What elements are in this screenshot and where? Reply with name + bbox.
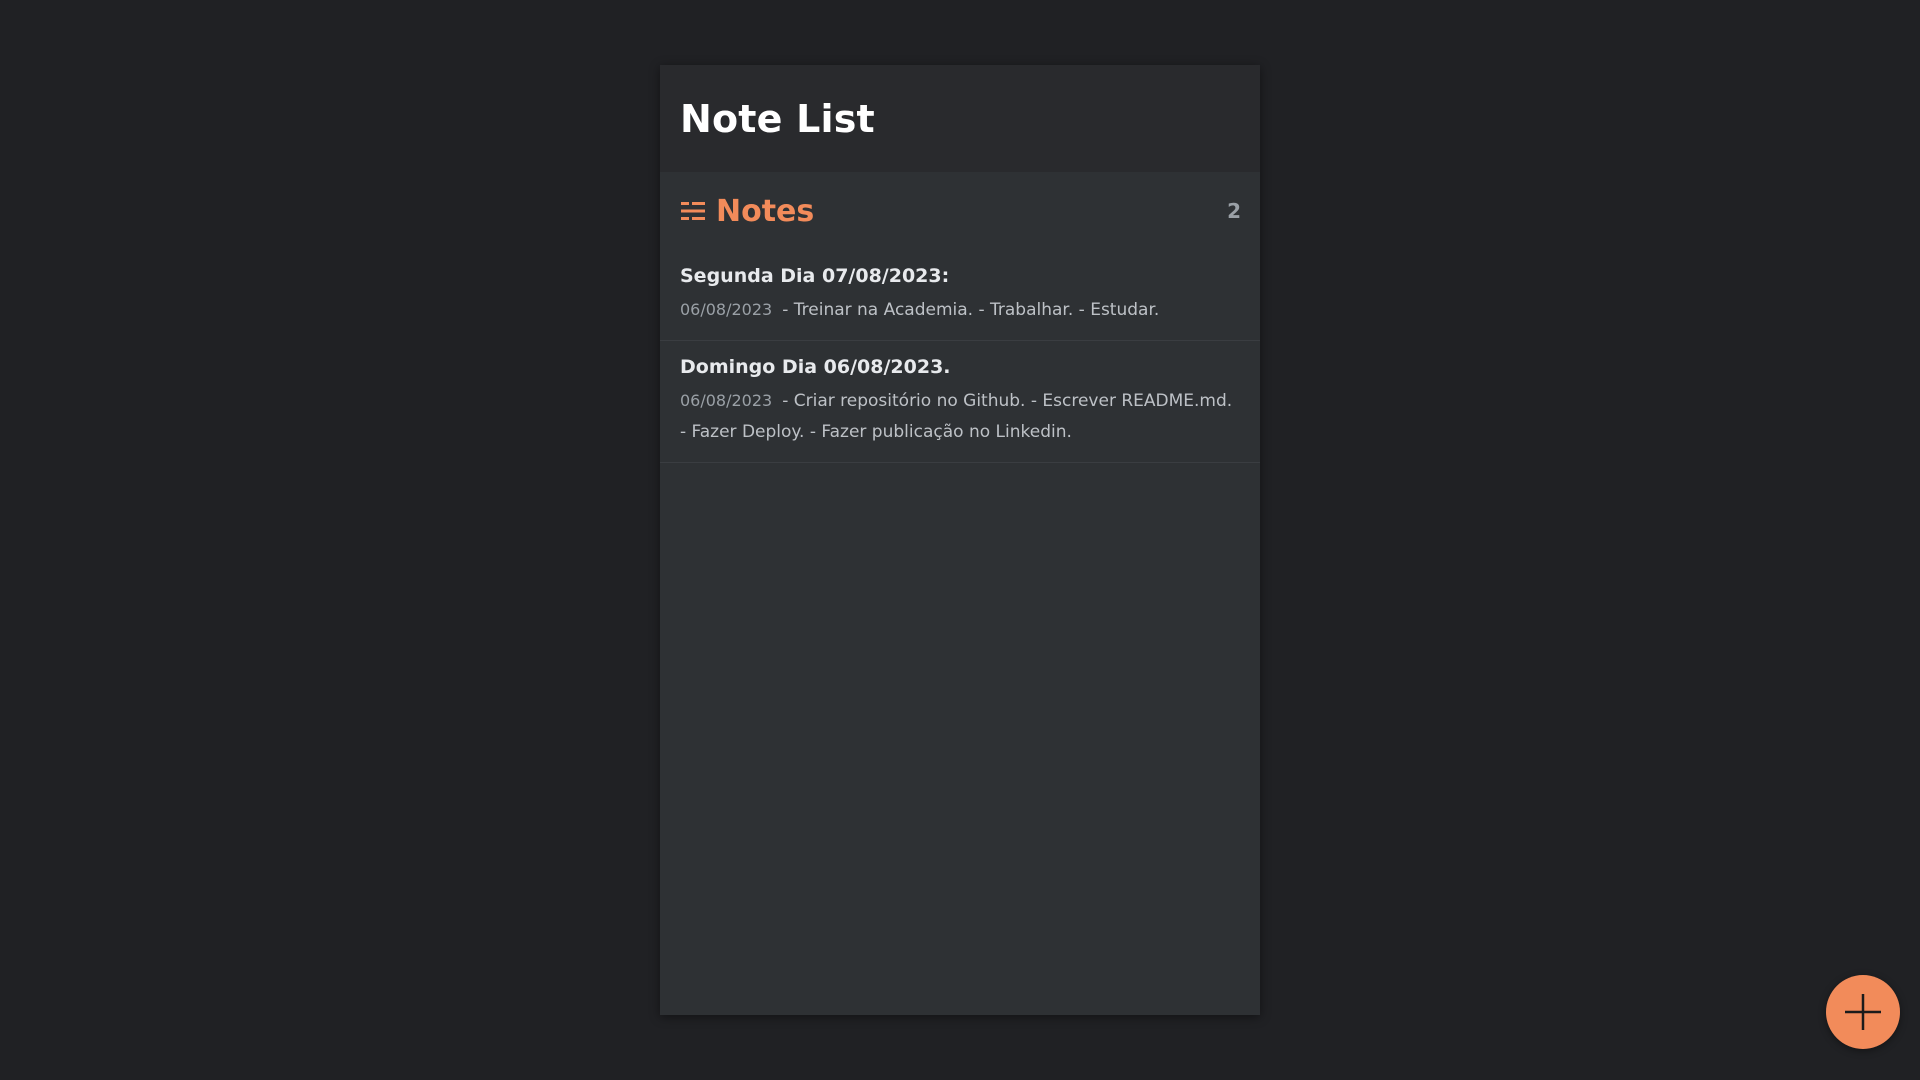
note-list-item[interactable]: Segunda Dia 07/08/2023: 06/08/2023 - Trei… [660,250,1260,341]
note-date: 06/08/2023 [680,300,773,319]
notes-section-header: Notes 2 [660,172,1260,250]
note-date: 06/08/2023 [680,391,773,410]
notes-count-badge: 2 [1227,199,1241,223]
notes-section-label: Notes [716,193,815,229]
page-title: Note List [680,96,875,141]
note-title: Segunda Dia 07/08/2023: [680,265,950,287]
app-header: Note List [660,65,1260,172]
add-note-button[interactable] [1826,975,1900,1049]
note-app-panel: Note List Notes 2 Segunda Dia 07/08/2023… [660,65,1260,1015]
note-list: Segunda Dia 07/08/2023: 06/08/2023 - Trei… [660,250,1260,463]
note-title: Domingo Dia 06/08/2023. [680,356,951,378]
list-icon [680,198,706,224]
note-meta: 06/08/2023 - Treinar na Academia. - Traba… [680,294,1240,326]
plus-icon [1843,992,1883,1032]
note-meta: 06/08/2023- Criar repositório no Github.… [680,385,1240,448]
note-preview: - Treinar na Academia. - Trabalhar. - Es… [782,300,1160,320]
notes-heading: Notes [680,194,814,229]
notes-section: Notes 2 Segunda Dia 07/08/2023: 06/08/20… [660,172,1260,463]
note-list-item[interactable]: Domingo Dia 06/08/2023. 06/08/2023- Cria… [660,341,1260,463]
